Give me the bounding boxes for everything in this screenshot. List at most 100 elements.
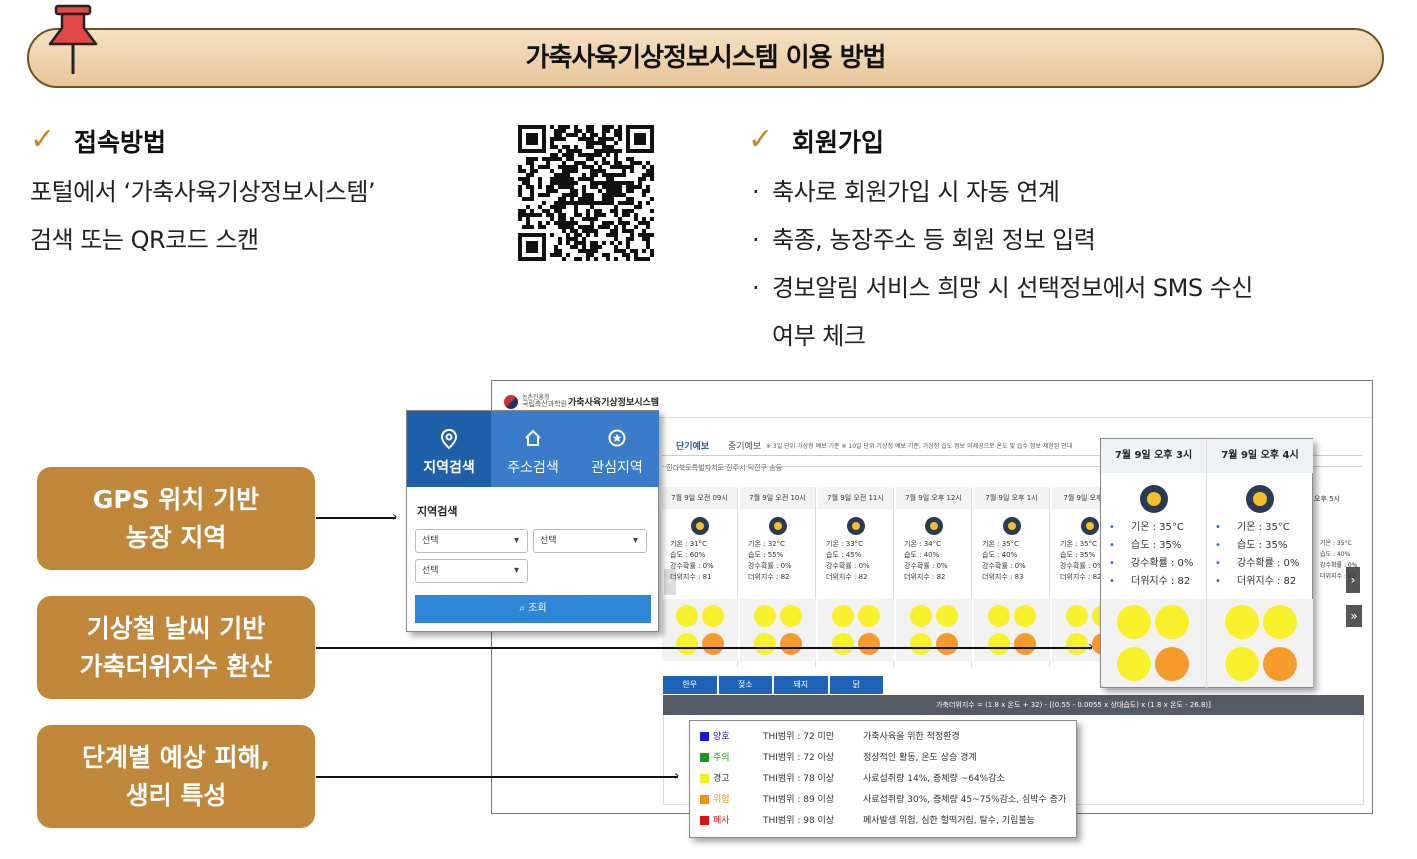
signup-item: 축종, 농장주소 등 회원 정보 입력 xyxy=(750,216,1390,264)
system-name: 가축사육기상정보시스템 xyxy=(568,398,660,408)
pushpin-icon xyxy=(48,4,98,74)
stat: 더위지수 : 81 xyxy=(670,573,712,581)
tab-mid-forecast[interactable]: 중기예보 xyxy=(728,439,761,452)
tab-chicken[interactable]: 닭 xyxy=(829,676,883,694)
forecast-zoom-popup: 7월 9일 오후 3시 기온 : 35°C 습도 : 35% 강수확률 : 0%… xyxy=(1100,438,1313,688)
sunny-icon xyxy=(1139,485,1168,513)
search-section-title: 지역검색 xyxy=(417,505,458,518)
sunny-icon xyxy=(1002,517,1021,535)
level-range: THI범위 : 78 이상 xyxy=(763,774,835,784)
level-desc: 정상적인 활동, 온도 상승 경계 xyxy=(863,753,977,763)
level-desc: 사료섭취량 14%, 증체량 ~64%감소 xyxy=(863,774,1005,784)
search-button[interactable]: ⌕ 조회 xyxy=(415,595,651,623)
level-swatch xyxy=(700,816,709,825)
tab-pig[interactable]: 돼지 xyxy=(774,676,828,694)
formula-bar: 가축더위지수 = (1.8 x 온도 + 32) - [(0.55 - 0.00… xyxy=(663,695,1364,715)
agency-logo-icon xyxy=(504,395,518,409)
level-swatch xyxy=(700,774,709,783)
level-desc: 사료섭취량 30%, 증체량 45~75%감소, 심박수 증가 xyxy=(863,795,1067,805)
arrow-line xyxy=(316,776,678,778)
forecast-column: 7월 9일 오전 11시 기온 : 33°C 습도 : 45% 강수확률 : 0% 더위… xyxy=(818,487,894,667)
stat: 습도 : 40% xyxy=(982,551,1018,559)
level-name: 주의 xyxy=(713,753,730,763)
zoom-stat: 습도 : 35% xyxy=(1215,537,1313,555)
level-range: THI범위 : 98 이상 xyxy=(763,816,835,826)
tab-short-forecast[interactable]: 단기예보 xyxy=(676,439,709,452)
zoom-stat: 습도 : 35% xyxy=(1109,537,1206,555)
stat: 더위지수 : 82 xyxy=(748,573,790,581)
level-name: 양호 xyxy=(713,732,730,742)
legend-row: 위험 THI범위 : 89 이상 사료섭취량 30%, 증체량 45~75%감소, … xyxy=(700,790,1066,810)
cow-icon xyxy=(676,605,698,627)
dairy-cow-icon xyxy=(936,605,958,627)
stat: 기온 : 33°C xyxy=(826,540,863,548)
dairy-cow-icon xyxy=(1014,605,1036,627)
forecast-time: 7월 9일 오전 10시 xyxy=(740,487,815,509)
tab-label: 관심지역 xyxy=(591,460,643,476)
level-name: 폐사 xyxy=(713,816,730,826)
thi-legend-popup: 양호 THI범위 : 72 미만 가축사육을 위한 적정환경 주의 THI범위 : 72… xyxy=(689,720,1077,838)
qr-code[interactable] xyxy=(518,125,654,261)
signup-item: 경보알림 서비스 희망 시 선택정보에서 SMS 수신 xyxy=(750,264,1390,312)
pig-icon xyxy=(1066,633,1088,655)
zoom-stat: 강수확률 : 0% xyxy=(1215,555,1313,573)
sunny-icon xyxy=(690,517,709,535)
stat: 강수확률 : 0% xyxy=(748,562,792,570)
label-damage: 단계별 예상 피해, 생리 특성 xyxy=(37,725,315,828)
stat: 강수확률 : 0% xyxy=(904,562,948,570)
zoom-stat: 강수확률 : 0% xyxy=(1109,555,1206,573)
location-pin-icon xyxy=(440,429,458,449)
forecast-column: 7월 9일 오전 09시 기온 : 31°C 습도 : 60% 강수확률 : 0% 더위… xyxy=(662,487,738,667)
tab-region-search[interactable]: 지역검색 xyxy=(407,411,491,487)
level-swatch xyxy=(700,753,709,762)
stat: 기온 : 32°C xyxy=(748,540,785,548)
pig-icon xyxy=(988,633,1010,655)
tab-address-search[interactable]: 주소검색 xyxy=(491,411,575,487)
check-icon: ✓ xyxy=(748,122,774,157)
stat: 강수확률 : 0% xyxy=(982,562,1026,570)
arrow-head-icon: › xyxy=(392,509,398,525)
search-popup: 지역검색 주소검색 관심지역 지역검색 선택 선택 선택 ⌕ 조회 xyxy=(406,410,659,632)
label-line: 단계별 예상 피해, xyxy=(82,742,270,772)
dairy-cow-icon xyxy=(780,605,802,627)
label-line: 농장 지역 xyxy=(125,522,227,552)
chicken-icon xyxy=(780,633,802,655)
chicken-icon xyxy=(936,633,958,655)
tab-label: 지역검색 xyxy=(423,460,475,476)
stat: 더위지수 : 82 xyxy=(826,573,868,581)
level-name: 위험 xyxy=(713,795,730,805)
tab-favorite-region[interactable]: 관심지역 xyxy=(575,411,659,487)
province-select[interactable]: 선택 xyxy=(415,529,528,553)
dairy-cow-icon xyxy=(858,605,880,627)
zoom-stat: 기온 : 35°C xyxy=(1109,519,1206,537)
stat: 기온 : 34°C xyxy=(904,540,941,548)
town-select[interactable]: 선택 xyxy=(415,559,528,583)
label-line: 기상철 날씨 기반 xyxy=(86,613,266,643)
access-line-1: 포털에서 ‘가축사육기상정보시스템’ xyxy=(30,178,376,206)
signup-heading: 회원가입 xyxy=(792,128,885,157)
city-select[interactable]: 선택 xyxy=(533,529,647,553)
dairy-cow-icon xyxy=(702,605,724,627)
stat: 습도 : 40% xyxy=(904,551,940,559)
pig-icon xyxy=(1117,647,1151,681)
stat: 기온 : 35°C xyxy=(982,540,1019,548)
zoom-time: 7월 9일 오후 4시 xyxy=(1207,439,1313,473)
zoom-stat: 더위지수 : 82 xyxy=(1215,573,1313,591)
level-range: THI범위 : 72 미만 xyxy=(763,732,835,742)
stat: 습도 : 55% xyxy=(748,551,784,559)
level-desc: 폐사발생 위험, 심한 헐떡거림, 탈수, 기립불능 xyxy=(863,816,1035,826)
signup-item: 축사로 회원가입 시 자동 연계 xyxy=(750,168,1390,216)
arrow-line xyxy=(316,647,1092,649)
dairy-cow-icon xyxy=(1263,605,1297,639)
tab-hanwoo[interactable]: 한우 xyxy=(663,676,717,694)
stat: 강수확률 : 0% xyxy=(1320,562,1358,569)
forecast-time: 7월 9일 오후 12시 xyxy=(896,487,971,509)
stat: 습도 : 40% xyxy=(1320,551,1351,558)
sunny-icon xyxy=(1080,517,1099,535)
zoom-stat: 더위지수 : 82 xyxy=(1109,573,1206,591)
cow-icon xyxy=(832,605,854,627)
legend-row: 폐사 THI범위 : 98 이상 폐사발생 위험, 심한 헐떡거림, 탈수, 기립불… xyxy=(700,811,1035,831)
tab-dairy[interactable]: 젖소 xyxy=(718,676,772,694)
label-line: 가축더위지수 환산 xyxy=(79,651,273,681)
arrow-head-icon: › xyxy=(674,768,680,784)
